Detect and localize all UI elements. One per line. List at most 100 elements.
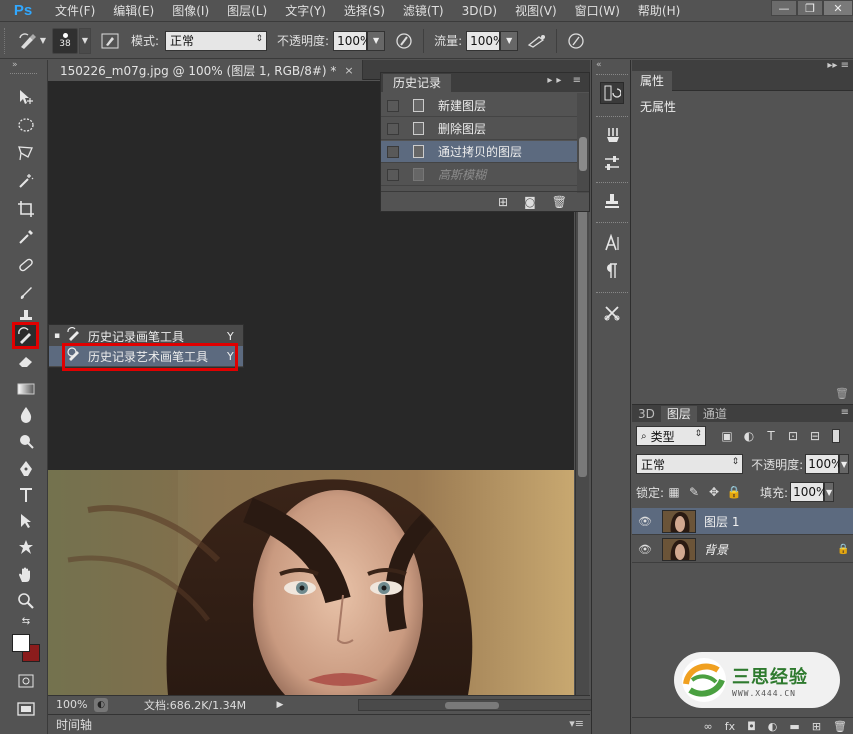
tab-3d[interactable]: 3D (632, 406, 661, 422)
history-scrollbar[interactable] (577, 93, 589, 193)
layer-row-layer1[interactable]: 👁 图层 1 (632, 508, 853, 535)
history-item-undone[interactable]: 高斯模糊 (381, 164, 577, 186)
tab-channels[interactable]: 通道 (697, 406, 733, 422)
magic-wand-tool-icon[interactable] (14, 170, 38, 192)
layer-opacity-dropdown[interactable]: ▼ (839, 454, 849, 474)
brush-picker-dropdown[interactable]: ▼ (79, 27, 91, 54)
fill-input[interactable]: 100% (790, 482, 827, 502)
brush-size-picker[interactable]: 38 (52, 27, 78, 54)
menu-3d[interactable]: 3D(D) (453, 0, 506, 22)
new-group-icon[interactable]: ▬ (789, 720, 799, 733)
history-brush-tool-icon[interactable] (12, 322, 39, 349)
lasso-tool-icon[interactable] (14, 142, 38, 164)
status-menu-arrow-icon[interactable]: ▶ (274, 700, 286, 710)
panel-menu-icon[interactable]: ▾≡ (569, 717, 584, 730)
history-brush-preset-icon[interactable]: ▼ (12, 28, 52, 54)
airbrush-icon[interactable] (526, 30, 548, 52)
blur-tool-icon[interactable] (14, 404, 38, 426)
flow-input[interactable]: 100% (466, 30, 504, 51)
dock-collapse-icon[interactable]: « (592, 60, 630, 72)
adjustments-icon[interactable] (600, 152, 624, 174)
new-snapshot-icon[interactable]: ◙ (524, 195, 536, 209)
history-item[interactable]: 新建图层 (381, 95, 577, 117)
pressure-opacity-icon[interactable] (393, 30, 415, 52)
pen-tool-icon[interactable] (14, 458, 38, 480)
lock-position-icon[interactable]: ✥ (704, 485, 724, 499)
history-source-checkbox[interactable] (387, 99, 399, 112)
fill-dropdown[interactable]: ▼ (824, 482, 835, 502)
character-panel-icon[interactable] (600, 232, 624, 254)
history-scroll-thumb[interactable] (579, 137, 587, 171)
flyout-item-art-history-brush[interactable]: 历史记录艺术画笔工具 Y (49, 346, 243, 366)
panel-collapse-menu-icon[interactable]: ▸▸ ≡ (547, 75, 585, 86)
visibility-eye-icon[interactable]: 👁 (632, 543, 658, 556)
opacity-input[interactable]: 100% (333, 30, 371, 51)
clone-source-icon[interactable] (600, 190, 624, 212)
timeline-panel-bar[interactable]: 时间轴 ▾≡ (48, 714, 590, 734)
close-tab-icon[interactable]: × (344, 64, 353, 77)
visibility-eye-icon[interactable]: 👁 (632, 515, 658, 528)
menu-layer[interactable]: 图层(L) (218, 0, 276, 22)
tab-history[interactable]: 历史记录 (383, 74, 452, 92)
new-layer-icon[interactable]: ⊞ (812, 720, 821, 733)
eraser-tool-icon[interactable] (14, 350, 38, 372)
path-selection-tool-icon[interactable] (14, 510, 38, 532)
document-tab[interactable]: 150226_m07g.jpg @ 100% (图层 1, RGB/8#) * … (48, 60, 363, 80)
delete-state-icon[interactable]: 🗑 (552, 195, 567, 209)
tools-collapse-icon[interactable]: » (0, 60, 47, 72)
delete-layer-icon[interactable]: 🗑 (833, 720, 847, 733)
tab-layers[interactable]: 图层 (660, 406, 697, 422)
filter-smart-object-icon[interactable]: ⊟ (804, 429, 826, 443)
marquee-tool-icon[interactable] (14, 114, 38, 136)
menu-view[interactable]: 视图(V) (506, 0, 566, 22)
swap-colors-icon[interactable]: ⇆ (14, 614, 38, 628)
menu-help[interactable]: 帮助(H) (629, 0, 689, 22)
zoom-level[interactable]: 100% (48, 698, 94, 711)
zoom-tool-icon[interactable] (14, 590, 38, 612)
brush-panel-toggle-icon[interactable] (99, 30, 121, 52)
screen-mode-icon[interactable] (14, 698, 38, 720)
filter-shape-icon[interactable]: ⊡ (782, 429, 804, 443)
paragraph-panel-icon[interactable] (600, 260, 624, 282)
trash-icon[interactable]: 🗑 (835, 387, 849, 400)
history-source-checkbox[interactable] (387, 168, 399, 181)
menu-window[interactable]: 窗口(W) (566, 0, 629, 22)
close-button[interactable]: ✕ (823, 0, 853, 16)
panel-menu-icon[interactable]: ≡ (841, 407, 849, 418)
history-source-checkbox[interactable] (387, 145, 399, 158)
history-item-selected[interactable]: 通过拷贝的图层 (381, 141, 577, 163)
lock-all-icon[interactable]: 🔒 (724, 485, 744, 499)
lock-image-icon[interactable]: ✎ (684, 485, 704, 499)
status-share-icon[interactable]: ◐ (94, 697, 108, 712)
opacity-slider-dropdown[interactable]: ▼ (367, 30, 386, 51)
dodge-tool-icon[interactable] (14, 430, 38, 452)
filter-adjustment-icon[interactable]: ◐ (738, 429, 760, 443)
flow-slider-dropdown[interactable]: ▼ (500, 30, 519, 51)
crop-tool-icon[interactable] (14, 198, 38, 220)
history-item[interactable]: 删除图层 (381, 118, 577, 140)
hand-tool-icon[interactable] (14, 564, 38, 586)
healing-brush-tool-icon[interactable] (14, 254, 38, 276)
history-panel-icon[interactable] (600, 82, 624, 104)
foreground-color-swatch[interactable] (12, 634, 30, 652)
quick-mask-icon[interactable] (14, 670, 38, 692)
menu-select[interactable]: 选择(S) (335, 0, 394, 22)
layer-style-icon[interactable]: fx (725, 720, 735, 733)
dock-grip[interactable] (596, 74, 628, 75)
menu-image[interactable]: 图像(I) (163, 0, 218, 22)
menu-file[interactable]: 文件(F) (46, 0, 104, 22)
gradient-tool-icon[interactable] (14, 378, 38, 400)
move-tool-icon[interactable] (14, 86, 38, 108)
type-tool-icon[interactable] (14, 484, 38, 506)
tool-presets-icon[interactable] (600, 302, 624, 324)
brush-presets-icon[interactable] (600, 124, 624, 146)
flyout-item-history-brush[interactable]: ▪ 历史记录画笔工具 Y (49, 326, 243, 346)
lock-transparent-icon[interactable]: ▦ (664, 485, 684, 499)
blend-mode-select[interactable]: 正常 ⇕ (636, 454, 744, 474)
options-grip[interactable] (4, 27, 12, 54)
mode-select[interactable]: 正常 ⇕ (165, 30, 268, 51)
canvas-photo[interactable] (48, 470, 574, 695)
add-mask-icon[interactable]: ◘ (747, 720, 756, 733)
new-adjustment-icon[interactable]: ◐ (768, 720, 778, 733)
tab-properties[interactable]: 属性 (632, 71, 673, 91)
